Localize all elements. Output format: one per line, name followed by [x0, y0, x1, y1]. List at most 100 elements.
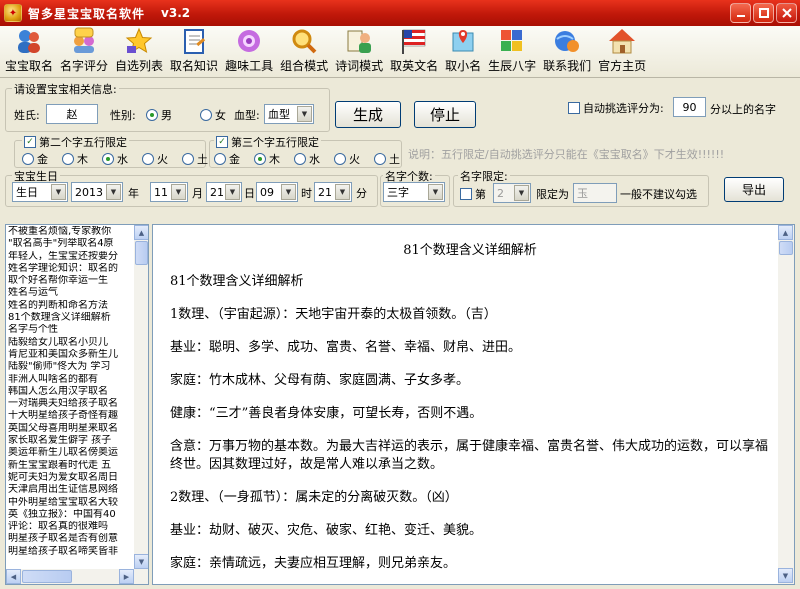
list-vertical-scrollbar[interactable]: ▲ ▼: [134, 225, 148, 569]
scroll-down-icon[interactable]: ▼: [778, 568, 793, 583]
element-label: 水: [309, 153, 320, 166]
blood-type-select[interactable]: 血型 ▼: [264, 104, 314, 124]
chat-people-icon: [69, 27, 99, 55]
birth-hour-select[interactable]: 09 ▼: [256, 182, 298, 202]
element-radio-wood[interactable]: 木: [254, 151, 280, 167]
scroll-down-icon[interactable]: ▼: [134, 554, 148, 569]
auto-pick-checkbox[interactable]: 自动挑选评分为:: [568, 100, 664, 116]
gender-male-radio[interactable]: 男: [146, 107, 172, 123]
generate-button[interactable]: 生成: [335, 101, 401, 128]
list-item[interactable]: 天津启用出生证信息网络: [8, 484, 137, 496]
surname-input[interactable]: 赵: [46, 104, 98, 124]
element-radio-earth[interactable]: 土: [374, 151, 400, 167]
scroll-thumb[interactable]: [779, 241, 793, 255]
toolbar-english-name[interactable]: 取英文名: [388, 27, 440, 77]
list-item[interactable]: 家长取名爱生僻字 孩子: [8, 435, 137, 447]
birth-minute-select[interactable]: 21 ▼: [314, 182, 352, 202]
birth-month-value: 11: [154, 185, 168, 199]
list-item[interactable]: 取个好名帮你幸运一生: [8, 275, 137, 287]
scroll-thumb[interactable]: [135, 241, 148, 265]
list-item[interactable]: 81个数理含义详细解析: [8, 312, 137, 324]
toolbar-poem-mode[interactable]: 诗词模式: [333, 27, 385, 77]
chevron-down-icon: ▼: [51, 184, 66, 200]
toolbar-official-site[interactable]: 官方主页: [596, 27, 648, 77]
element-radio-fire[interactable]: 火: [142, 151, 168, 167]
element-radio-wood[interactable]: 木: [62, 151, 88, 167]
close-button[interactable]: [776, 3, 797, 23]
birth-year-select[interactable]: 2013 ▼: [71, 182, 123, 202]
export-button[interactable]: 导出: [724, 177, 784, 202]
element-radio-water[interactable]: 水: [102, 151, 128, 167]
element-label: 木: [77, 153, 88, 166]
list-item[interactable]: 英《独立报》：中国有40: [8, 509, 137, 521]
list-item[interactable]: 年轻人，生宝宝还按要分: [8, 251, 137, 263]
list-horizontal-scrollbar[interactable]: ◀ ▶: [6, 569, 148, 584]
toolbar-fun-tools[interactable]: 趣味工具: [223, 27, 275, 77]
element-radio-earth[interactable]: 土: [182, 151, 208, 167]
element-radio-metal[interactable]: 金: [214, 151, 240, 167]
auto-pick-score-input[interactable]: 90: [673, 97, 706, 117]
toolbar-combo-mode[interactable]: 组合模式: [278, 27, 330, 77]
toolbar-contact-us[interactable]: 联系我们: [541, 27, 593, 77]
third-char-element-checkbox[interactable]: ✓ 第三个字五行限定: [214, 134, 321, 150]
toolbar-naming-knowledge[interactable]: 取名知识: [168, 27, 220, 77]
stop-button[interactable]: 停止: [414, 101, 476, 128]
list-item[interactable]: 奥运年新生儿取名傍奥运: [8, 447, 137, 459]
name-limit-position-select[interactable]: 2 ▼: [493, 183, 531, 203]
birth-month-select[interactable]: 11 ▼: [150, 182, 188, 202]
scroll-up-icon[interactable]: ▲: [134, 225, 148, 240]
list-item[interactable]: 妮可夫妇为爱女取名周日: [8, 472, 137, 484]
list-item[interactable]: 新生宝宝跟着时代走 五: [8, 460, 137, 472]
list-item[interactable]: 不被重名烦恼,专家教你: [8, 226, 137, 238]
name-count-select[interactable]: 三字 ▼: [383, 182, 445, 202]
element-radio-metal[interactable]: 金: [22, 151, 48, 167]
auto-pick-suffix: 分以上的名字: [710, 103, 776, 116]
list-item[interactable]: 肯尼亚和美国众多新生儿: [8, 349, 137, 361]
name-limit-char-input[interactable]: 玉: [573, 183, 617, 203]
minimize-button[interactable]: [730, 3, 751, 23]
toolbar-name-score[interactable]: 名字评分: [58, 27, 110, 77]
element-hint-text: 说明：五行限定/自动挑选评分只能在《宝宝取名》下才生效!!!!!!: [408, 148, 725, 161]
toolbar-custom-list[interactable]: 自选列表: [113, 27, 165, 77]
list-item[interactable]: 明星给孩子取名啼笑皆非: [8, 546, 137, 558]
list-item[interactable]: 中外明星给宝宝取名大较: [8, 497, 137, 509]
article-viewer[interactable]: 81个数理含义详细解析 81个数理含义详细解析 1数理、（宇宙起源）：天地宇宙开泰…: [152, 224, 795, 585]
list-item[interactable]: 一对瑞典夫妇给孩子取名: [8, 398, 137, 410]
list-item[interactable]: 明星孩子取名是否有创意: [8, 533, 137, 545]
list-item[interactable]: 陆毅"偷师"佟大为 学习: [8, 361, 137, 373]
calendar-type-select[interactable]: 生日 ▼: [12, 182, 68, 202]
list-item[interactable]: 非洲人叫啥名的都有: [8, 374, 137, 386]
scroll-up-icon[interactable]: ▲: [778, 225, 793, 240]
list-item[interactable]: 英国父母喜用明星来取名: [8, 423, 137, 435]
second-char-element-title: 第二个字五行限定: [39, 136, 127, 149]
list-item[interactable]: 陆毅给女儿取名小贝儿: [8, 337, 137, 349]
list-item[interactable]: 名字与个性: [8, 324, 137, 336]
maximize-button[interactable]: [753, 3, 774, 23]
title-bar[interactable]: ✦ 智多星宝宝取名软件 v3.2: [0, 0, 800, 26]
list-item[interactable]: 姓名的判断和命名方法: [8, 300, 137, 312]
list-item[interactable]: 韩国人怎么用汉字取名: [8, 386, 137, 398]
birth-day-select[interactable]: 21 ▼: [206, 182, 242, 202]
article-paragraph: 81个数理含义详细解析: [170, 274, 304, 289]
knowledge-article-list[interactable]: 不被重名烦恼,专家教你 "取名高手"列举取名4原 年轻人，生宝宝还按要分 姓名学理论知…: [5, 224, 149, 585]
name-limit-checkbox[interactable]: 第: [460, 186, 486, 202]
scroll-right-icon[interactable]: ▶: [119, 569, 134, 584]
list-item[interactable]: 十大明星给孩子奇怪有趣: [8, 410, 137, 422]
list-item[interactable]: 评论：取名真的很难吗: [8, 521, 137, 533]
list-item[interactable]: "取名高手"列举取名4原: [8, 238, 137, 250]
toolbar-baby-naming[interactable]: 宝宝取名: [3, 27, 55, 77]
calendar-type-value: 生日: [16, 186, 38, 199]
list-item[interactable]: 姓名学理论知识：取名的: [8, 263, 137, 275]
pinwheel-icon: [497, 27, 527, 55]
second-char-element-checkbox[interactable]: ✓ 第二个字五行限定: [22, 134, 129, 150]
list-item[interactable]: 姓名与运气: [8, 287, 137, 299]
toolbar-birth-chart[interactable]: 生辰八字: [486, 27, 538, 77]
article-vertical-scrollbar[interactable]: ▲ ▼: [778, 225, 794, 584]
toolbar-nickname[interactable]: 取小名: [443, 27, 483, 77]
scroll-left-icon[interactable]: ◀: [6, 569, 21, 584]
element-radio-water[interactable]: 水: [294, 151, 320, 167]
gender-female-radio[interactable]: 女: [200, 107, 226, 123]
phone-globe-icon: [552, 27, 582, 55]
element-radio-fire[interactable]: 火: [334, 151, 360, 167]
scroll-thumb[interactable]: [22, 570, 72, 583]
